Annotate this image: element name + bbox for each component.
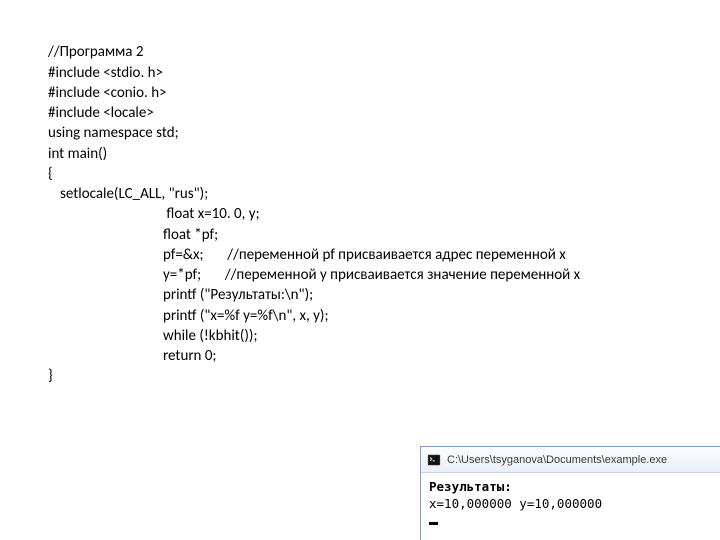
console-app-icon [427, 453, 441, 467]
code-line: #include <conio. h> [48, 84, 167, 102]
console-output-window: C:\Users\tsyganova\Documents\example.exe… [420, 446, 720, 540]
console-output-line: Результаты: [429, 479, 512, 494]
code-line: while (!kbhit()); [48, 326, 257, 346]
code-line: return 0; [48, 346, 216, 366]
code-line: printf ("Результаты:\n"); [48, 285, 313, 305]
code-line: printf ("x=%f y=%f\n", x, y); [48, 306, 328, 326]
code-line: y=*pf; //переменной у присваивается знач… [48, 265, 580, 285]
source-code-block: //Программа 2 #include <stdio. h> #inclu… [48, 22, 580, 387]
code-line: using namespace std; [48, 124, 179, 142]
code-line: { [48, 165, 53, 183]
code-line: setlocale(LC_ALL, "rus"); [48, 184, 208, 204]
code-line: pf=&x; //переменной pf присваивается адр… [48, 245, 566, 265]
console-output-body: Результаты: x=10,000000 y=10,000000 [421, 473, 720, 540]
code-line: #include <stdio. h> [48, 64, 163, 82]
code-line: int main() [48, 145, 107, 163]
window-titlebar[interactable]: C:\Users\tsyganova\Documents\example.exe [421, 447, 720, 473]
code-line: float *pf; [48, 225, 218, 245]
code-line: } [48, 367, 53, 385]
code-line: #include <locale> [48, 104, 154, 122]
code-line: float x=10. 0, y; [48, 204, 260, 224]
window-title: C:\Users\tsyganova\Documents\example.exe [447, 454, 667, 466]
console-cursor [429, 522, 438, 525]
code-line: //Программа 2 [48, 43, 143, 61]
console-output-line: x=10,000000 y=10,000000 [429, 496, 602, 511]
